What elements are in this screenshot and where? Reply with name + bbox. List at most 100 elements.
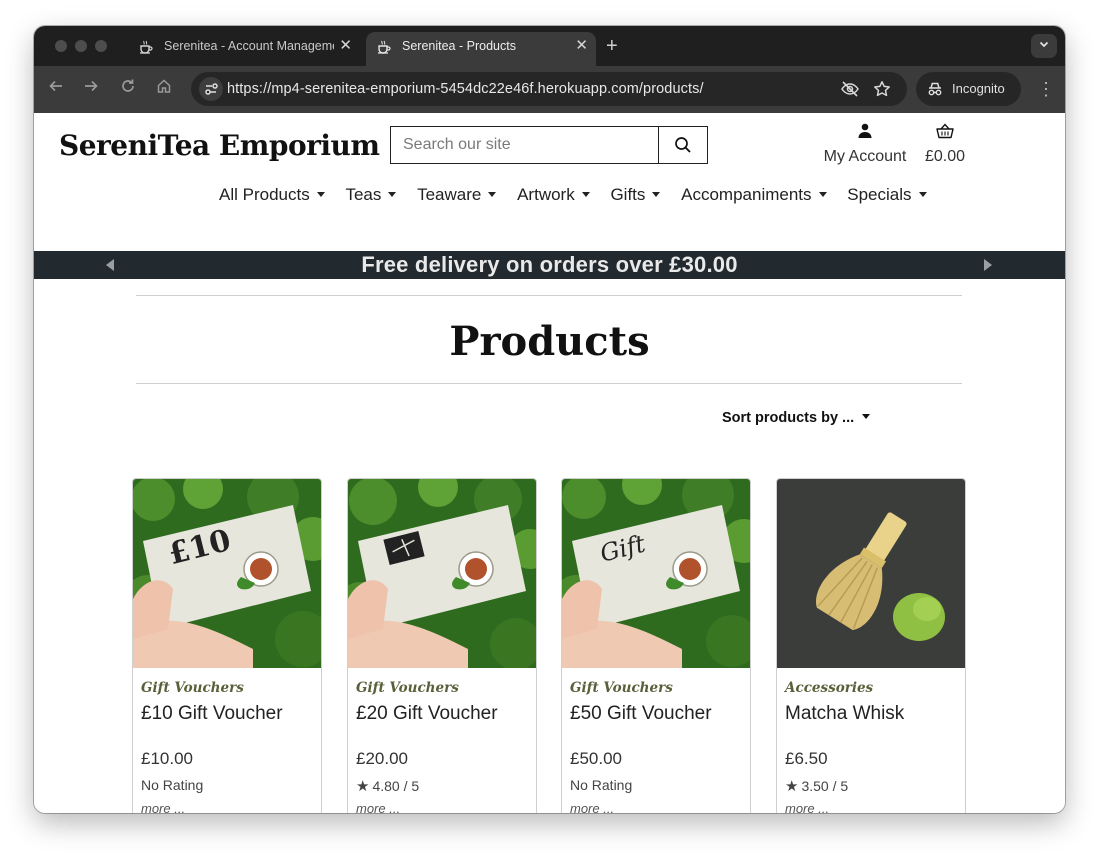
caret-down-icon xyxy=(862,414,871,419)
site-brand[interactable]: SereniTea Emporium xyxy=(59,129,380,162)
banner-next-arrow-icon[interactable] xyxy=(984,259,992,271)
nav-teaware[interactable]: Teaware xyxy=(417,185,497,205)
product-name[interactable]: £50 Gift Voucher xyxy=(570,703,712,725)
browser-toolbar: https://mp4-serenitea-emporium-5454dc22e… xyxy=(34,66,1065,113)
product-rating: ★ 3.50 / 5 xyxy=(785,777,848,795)
star-icon[interactable] xyxy=(873,80,893,98)
product-category: Gift Vouchers xyxy=(356,680,459,696)
browser-window: Serenitea - Account Management ✕ Serenit… xyxy=(34,26,1065,813)
close-tab-icon[interactable]: ✕ xyxy=(575,32,588,60)
nav-all-products[interactable]: All Products xyxy=(219,185,325,205)
sort-label: Sort products by ... xyxy=(722,410,855,426)
product-card[interactable]: Gift Vouchers £20 Gift Voucher £20.00 ★ 4… xyxy=(347,478,537,813)
search-button[interactable] xyxy=(658,127,707,163)
product-rating: ★ 4.80 / 5 xyxy=(356,777,419,795)
tab-title: Serenitea - Account Management xyxy=(164,39,334,53)
product-price: £20.00 xyxy=(356,749,408,768)
product-name[interactable]: £20 Gift Voucher xyxy=(356,703,498,725)
url-text: https://mp4-serenitea-emporium-5454dc22e… xyxy=(227,81,704,97)
caret-down-icon xyxy=(316,192,325,197)
product-category: Gift Vouchers xyxy=(570,680,673,696)
rating-text: 3.50 / 5 xyxy=(801,778,849,794)
home-icon[interactable] xyxy=(153,78,175,100)
caret-down-icon xyxy=(818,192,827,197)
nav-specials[interactable]: Specials xyxy=(847,185,927,205)
caret-down-icon xyxy=(652,192,661,197)
product-price: £50.00 xyxy=(570,749,622,768)
tab-title: Serenitea - Products xyxy=(402,39,516,53)
incognito-label: Incognito xyxy=(952,81,1005,96)
my-account-link[interactable]: My Account xyxy=(818,123,912,166)
nav-label: Teaware xyxy=(417,185,482,204)
product-name[interactable]: Matcha Whisk xyxy=(785,703,904,725)
eye-slash-icon[interactable] xyxy=(840,80,860,98)
nav-gifts[interactable]: Gifts xyxy=(610,185,661,205)
product-price: £10.00 xyxy=(141,749,193,768)
site-settings-icon[interactable] xyxy=(199,77,223,101)
more-link[interactable]: more ... xyxy=(141,801,185,813)
nav-artwork[interactable]: Artwork xyxy=(517,185,590,205)
incognito-icon xyxy=(928,82,942,96)
nav-label: Accompaniments xyxy=(681,185,812,204)
nav-accompaniments[interactable]: Accompaniments xyxy=(681,185,827,205)
teacup-favicon-icon xyxy=(378,40,391,54)
nav-label: Teas xyxy=(345,185,382,204)
nav-label: Specials xyxy=(847,185,912,204)
address-bar[interactable]: https://mp4-serenitea-emporium-5454dc22e… xyxy=(191,72,907,106)
nav-label: Gifts xyxy=(610,185,646,204)
user-icon xyxy=(858,123,872,138)
sort-dropdown[interactable]: Sort products by ... xyxy=(722,410,871,426)
forward-arrow-icon[interactable] xyxy=(80,78,102,100)
star-icon: ★ xyxy=(356,778,370,795)
nav-teas[interactable]: Teas xyxy=(345,185,397,205)
caret-down-icon xyxy=(388,192,397,197)
product-rating: No Rating xyxy=(141,777,203,793)
product-image[interactable]: £10 xyxy=(133,479,321,668)
minimize-window-dot[interactable] xyxy=(75,40,87,52)
rating-text: 4.80 / 5 xyxy=(372,778,420,794)
basket-link[interactable]: £0.00 xyxy=(922,123,968,166)
new-tab-plus-icon[interactable]: + xyxy=(606,34,618,58)
product-card[interactable]: Accessories Matcha Whisk £6.50 ★ 3.50 / 5… xyxy=(776,478,966,813)
tab-bar: Serenitea - Account Management ✕ Serenit… xyxy=(34,26,1065,66)
divider xyxy=(136,383,962,384)
my-account-label: My Account xyxy=(823,148,907,165)
reload-icon[interactable] xyxy=(117,78,139,100)
star-icon: ★ xyxy=(785,778,799,795)
product-image[interactable] xyxy=(777,479,965,668)
rating-text: No Rating xyxy=(141,777,204,793)
close-tab-icon[interactable]: ✕ xyxy=(339,32,352,60)
product-category: Gift Vouchers xyxy=(141,680,244,696)
search-icon xyxy=(675,137,691,153)
caret-down-icon xyxy=(581,192,590,197)
product-card[interactable]: Gift Gift Vouchers £50 Gift Voucher £50.… xyxy=(561,478,751,813)
product-image[interactable]: Gift xyxy=(562,479,750,668)
tab-search-chevron-icon[interactable] xyxy=(1031,34,1057,58)
product-price: £6.50 xyxy=(785,749,828,768)
search-input[interactable] xyxy=(391,127,659,163)
nav-label: Artwork xyxy=(517,185,575,204)
banner-text: Free delivery on orders over £30.00 xyxy=(361,252,738,277)
more-link[interactable]: more ... xyxy=(356,801,400,813)
more-link[interactable]: more ... xyxy=(570,801,614,813)
back-arrow-icon[interactable] xyxy=(45,78,67,100)
tab-account-management[interactable]: Serenitea - Account Management ✕ xyxy=(128,32,360,66)
product-category: Accessories xyxy=(785,680,874,696)
product-name[interactable]: £10 Gift Voucher xyxy=(141,703,283,725)
basket-total: £0.00 xyxy=(924,148,966,165)
teacup-favicon-icon xyxy=(140,40,153,54)
product-image[interactable] xyxy=(348,479,536,668)
maximize-window-dot[interactable] xyxy=(95,40,107,52)
more-link[interactable]: more ... xyxy=(785,801,829,813)
kebab-menu-icon[interactable]: ⋮ xyxy=(1037,78,1055,100)
nav-label: All Products xyxy=(219,185,310,204)
tab-products[interactable]: Serenitea - Products ✕ xyxy=(366,32,596,66)
incognito-indicator[interactable]: Incognito xyxy=(916,72,1021,106)
web-page: SereniTea Emporium My Account £0.00 All … xyxy=(34,113,1065,813)
product-rating: No Rating xyxy=(570,777,632,793)
product-card[interactable]: £10 Gift Vouchers £10 Gift Voucher £10.0… xyxy=(132,478,322,813)
site-search xyxy=(390,126,708,164)
close-window-dot[interactable] xyxy=(55,40,67,52)
rating-text: No Rating xyxy=(570,777,633,793)
delivery-banner: Free delivery on orders over £30.00 xyxy=(34,251,1065,279)
